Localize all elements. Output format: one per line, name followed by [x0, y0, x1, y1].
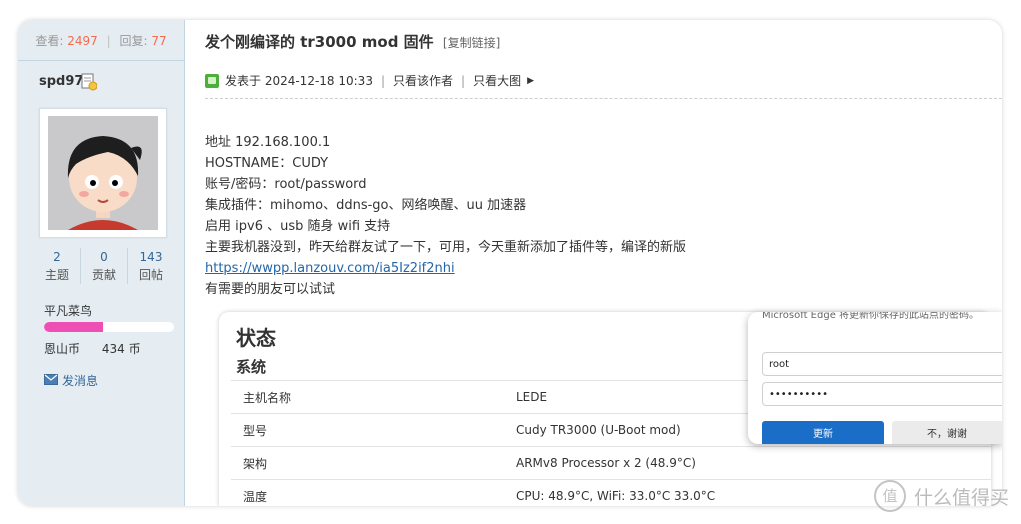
copy-link-button[interactable]: [复制链接]	[443, 36, 500, 50]
replies-label: 回复:	[119, 34, 148, 48]
post-line: HOSTNAME：CUDY	[205, 156, 329, 171]
author-sidebar: 查看: 2497 | 回复: 77 spd97 2 主题 0 贡献 143 回帖…	[18, 20, 185, 506]
update-button[interactable]: 更新	[762, 421, 884, 444]
popup-header: Microsoft Edge 将更新你保存的此站点的密码。	[762, 312, 980, 321]
post-line: 账号/密码：root/password	[205, 177, 367, 192]
password-update-popup: Microsoft Edge 将更新你保存的此站点的密码。 root •••••…	[748, 312, 1002, 444]
coin-label: 恩山币	[44, 342, 81, 356]
author-stats: 2 主题 0 贡献 143 回帖	[34, 248, 174, 284]
post-title: 发个刚编译的 tr3000 mod 固件 [复制链接]	[205, 31, 500, 52]
user-rank: 平凡菜鸟	[44, 304, 93, 318]
system-heading: 系统	[236, 358, 267, 376]
views-label: 查看:	[35, 34, 64, 48]
status-heading: 状态	[236, 326, 276, 350]
post-meta: 发表于 2024-12-18 10:33 | 只看该作者 | 只看大图 ▶	[205, 72, 534, 89]
avatar[interactable]	[39, 108, 167, 238]
coin-info: 恩山币 434 币	[44, 340, 141, 357]
post-line: 启用 ipv6 、usb 随身 wifi 支持	[205, 219, 391, 234]
stat-replies[interactable]: 143 回帖	[127, 248, 174, 284]
coin-value: 434 币	[101, 342, 141, 356]
post-line: 有需要的朋友可以试试	[205, 282, 336, 297]
send-message-label: 发消息	[62, 374, 99, 388]
online-status-icon	[205, 73, 219, 88]
author-username[interactable]: spd97	[39, 74, 83, 89]
post-line: 主要我机器没到，昨天给群友试了一下，可用，今天重新添加了插件等，编译的新版	[205, 240, 687, 255]
no-thanks-button[interactable]: 不，谢谢	[892, 421, 1002, 444]
stat-contribution[interactable]: 0 贡献	[80, 248, 127, 284]
watermark-text: 什么值得买	[913, 486, 1009, 509]
table-row: 架构 ARMv8 Processor x 2 (48.9°C)	[231, 446, 991, 479]
stat-threads[interactable]: 2 主题	[34, 248, 80, 284]
post-body: 地址 192.168.100.1 HOSTNAME：CUDY 账号/密码：roo…	[205, 132, 686, 300]
only-large-images-link[interactable]: 只看大图	[473, 72, 521, 89]
replies-count: 77	[151, 34, 167, 48]
envelope-icon	[44, 373, 58, 388]
send-message-link[interactable]: 发消息	[44, 372, 98, 389]
meta-divider	[205, 98, 1002, 99]
post-line: 地址 192.168.100.1	[205, 135, 331, 150]
user-card-icon[interactable]	[81, 73, 98, 91]
watermark-logo-icon: 值	[873, 480, 906, 512]
only-author-link[interactable]: 只看该作者	[393, 72, 453, 89]
watermark: 值 什么值得买	[873, 480, 1009, 512]
caret-right-icon[interactable]: ▶	[527, 76, 534, 86]
popup-username-field[interactable]: root	[762, 352, 1002, 376]
rank-progress-fill	[44, 322, 103, 332]
forum-post-frame: 查看: 2497 | 回复: 77 spd97 2 主题 0 贡献 143 回帖…	[18, 20, 1002, 506]
rank-progress-bar	[44, 322, 174, 332]
download-link[interactable]: https://wwpp.lanzouv.com/ia5Iz2if2nhi	[205, 261, 455, 276]
post-line: 集成插件：mihomo、ddns-go、网络唤醒、uu 加速器	[205, 198, 527, 213]
post-date: 发表于 2024-12-18 10:33	[225, 74, 373, 88]
post-title-text: 发个刚编译的 tr3000 mod 固件	[205, 33, 434, 51]
views-count: 2497	[67, 34, 98, 48]
thread-stats: 查看: 2497 | 回复: 77	[18, 20, 184, 61]
popup-password-field[interactable]: ••••••••••	[762, 382, 1002, 406]
